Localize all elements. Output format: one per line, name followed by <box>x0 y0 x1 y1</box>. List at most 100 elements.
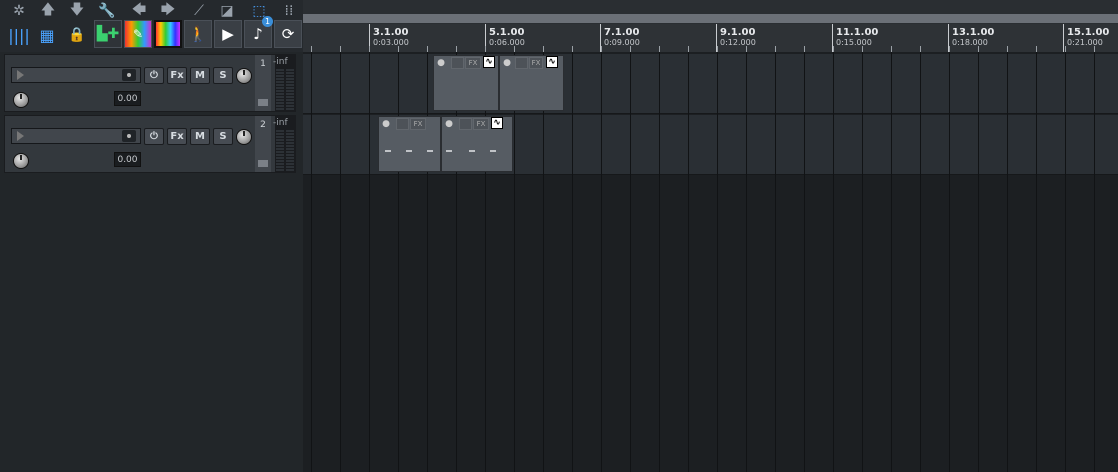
arrow-right-icon[interactable]: 🡆 <box>157 0 179 22</box>
grid-line <box>398 52 399 472</box>
envelope-icon[interactable]: ∿ <box>491 117 503 129</box>
time-label: 0:03.000 <box>373 38 409 47</box>
color-swatch-button[interactable] <box>154 20 182 48</box>
midi-note <box>406 150 412 152</box>
volume-readout[interactable]: 0.00 <box>114 91 141 106</box>
grid-icon[interactable]: ▦ <box>36 24 58 46</box>
horizontal-scrollbar[interactable] <box>303 14 1118 23</box>
item-fx-button[interactable]: FX <box>410 118 426 130</box>
media-item[interactable]: ● FX <box>378 116 441 172</box>
track-name-field[interactable] <box>11 67 141 83</box>
mute-button[interactable]: M <box>190 67 210 84</box>
grid-line <box>746 52 747 472</box>
item-fx-button[interactable]: FX <box>465 57 481 69</box>
bar-label: 7.1.00 <box>604 27 640 38</box>
add-track-icon: ▙✚ <box>96 26 120 42</box>
media-item[interactable]: ● FX ∿ <box>433 55 499 111</box>
refresh-icon: ⟳ <box>281 25 295 43</box>
solo-button[interactable]: S <box>213 67 233 84</box>
walk-icon: 🚶 <box>188 25 208 43</box>
meter-left-channel <box>276 130 284 172</box>
arrange-view[interactable]: ● FX ∿ ● FX ∿ ● FX ● FX ∿ <box>303 52 1118 472</box>
grid-line <box>543 52 544 472</box>
lock-icon[interactable]: 🔒 <box>66 24 88 46</box>
time-label: 0:21.000 <box>1067 38 1103 47</box>
refresh-button[interactable]: ⟳ <box>274 20 302 48</box>
folder-icon[interactable] <box>258 160 268 167</box>
item-take-button[interactable] <box>396 118 409 130</box>
media-item[interactable]: ● FX ∿ <box>441 116 513 172</box>
grid-lines-icon[interactable]: |||| <box>8 24 30 46</box>
track-meter: -inf <box>273 55 295 111</box>
time-label: 0:09.000 <box>604 38 640 47</box>
meter-right-channel <box>286 130 294 172</box>
grid-line <box>427 52 428 472</box>
track-name-field[interactable] <box>11 128 141 144</box>
extensions-button[interactable]: ♪ 1 <box>244 16 273 48</box>
item-take-button[interactable] <box>515 57 528 69</box>
grid-line <box>311 52 312 472</box>
power-button[interactable]: ⏻ <box>144 67 164 84</box>
midi-note <box>490 150 496 152</box>
time-label: 0:12.000 <box>720 38 756 47</box>
grid-line <box>688 52 689 472</box>
item-lock-icon[interactable]: ● <box>502 57 512 69</box>
midi-note <box>385 150 391 152</box>
bar-label: 13.1.00 <box>952 27 995 38</box>
track-control-panel: ⏻ Fx M S 0.00 1 -inf ⏻ Fx M S 0.00 2 -in… <box>0 52 303 472</box>
media-item[interactable]: ● FX ∿ <box>499 55 564 111</box>
volume-knob[interactable] <box>13 92 29 108</box>
grid-line <box>978 52 979 472</box>
envelope-icon[interactable]: ∿ <box>546 56 558 68</box>
item-fx-button[interactable]: FX <box>529 57 543 69</box>
play-button[interactable]: ▶ <box>214 20 242 48</box>
item-lock-icon[interactable]: ● <box>444 118 454 130</box>
grid-line <box>920 52 921 472</box>
snap-icon[interactable]: ✲ <box>8 0 30 22</box>
fx-button[interactable]: Fx <box>167 67 187 84</box>
pan-knob[interactable] <box>236 68 252 84</box>
grid-line <box>1065 52 1066 472</box>
midi-note <box>469 150 475 152</box>
track-1-lane[interactable] <box>303 54 1118 114</box>
item-take-button[interactable] <box>451 57 464 69</box>
grid-line <box>862 52 863 472</box>
envelope-icon[interactable]: ◪ <box>216 0 238 22</box>
item-lock-icon[interactable]: ● <box>381 118 391 130</box>
wrench-icon[interactable]: 🔧 <box>96 0 118 22</box>
color-button[interactable]: ✎ <box>124 20 152 48</box>
bar-label: 15.1.00 <box>1067 27 1110 38</box>
record-arm-button[interactable] <box>122 130 136 142</box>
arrow-left-icon[interactable]: 🡄 <box>128 0 150 22</box>
walk-button[interactable]: 🚶 <box>184 20 212 48</box>
add-track-button[interactable]: ▙✚ <box>94 20 122 48</box>
item-fx-button[interactable]: FX <box>473 118 489 130</box>
bar-label: 11.1.00 <box>836 27 879 38</box>
volume-knob[interactable] <box>13 153 29 169</box>
record-arm-button[interactable] <box>122 69 136 81</box>
play-icon: ▶ <box>222 25 234 43</box>
ripple-icon[interactable]: ⟋ <box>188 0 210 22</box>
pan-knob[interactable] <box>236 129 252 145</box>
track-2-header[interactable]: ⏻ Fx M S 0.00 2 -inf <box>4 115 296 173</box>
arrow-up-icon[interactable]: 🡅 <box>37 0 59 22</box>
item-take-button[interactable] <box>459 118 472 130</box>
meter-peak-label: -inf <box>273 118 288 128</box>
power-button[interactable]: ⏻ <box>144 128 164 145</box>
play-arrow-icon <box>17 131 24 141</box>
record-dot-icon <box>127 73 131 77</box>
meter-peak-label: -inf <box>273 57 288 67</box>
fx-button[interactable]: Fx <box>167 128 187 145</box>
envelope-icon[interactable]: ∿ <box>483 56 495 68</box>
grid-dots-icon[interactable]: ⁞⁞ <box>278 0 300 22</box>
item-lock-icon[interactable]: ● <box>436 57 446 69</box>
timeline-ruler[interactable]: 3.1.00 0:03.000 5.1.00 0:06.000 7.1.00 0… <box>303 24 1118 52</box>
grid-line <box>485 52 486 472</box>
track-1-header[interactable]: ⏻ Fx M S 0.00 1 -inf <box>4 54 296 112</box>
volume-readout[interactable]: 0.00 <box>114 152 141 167</box>
solo-button[interactable]: S <box>213 128 233 145</box>
arrow-down-icon[interactable]: 🡇 <box>66 0 88 22</box>
folder-icon[interactable] <box>258 99 268 106</box>
grid-line <box>833 52 834 472</box>
mute-button[interactable]: M <box>190 128 210 145</box>
